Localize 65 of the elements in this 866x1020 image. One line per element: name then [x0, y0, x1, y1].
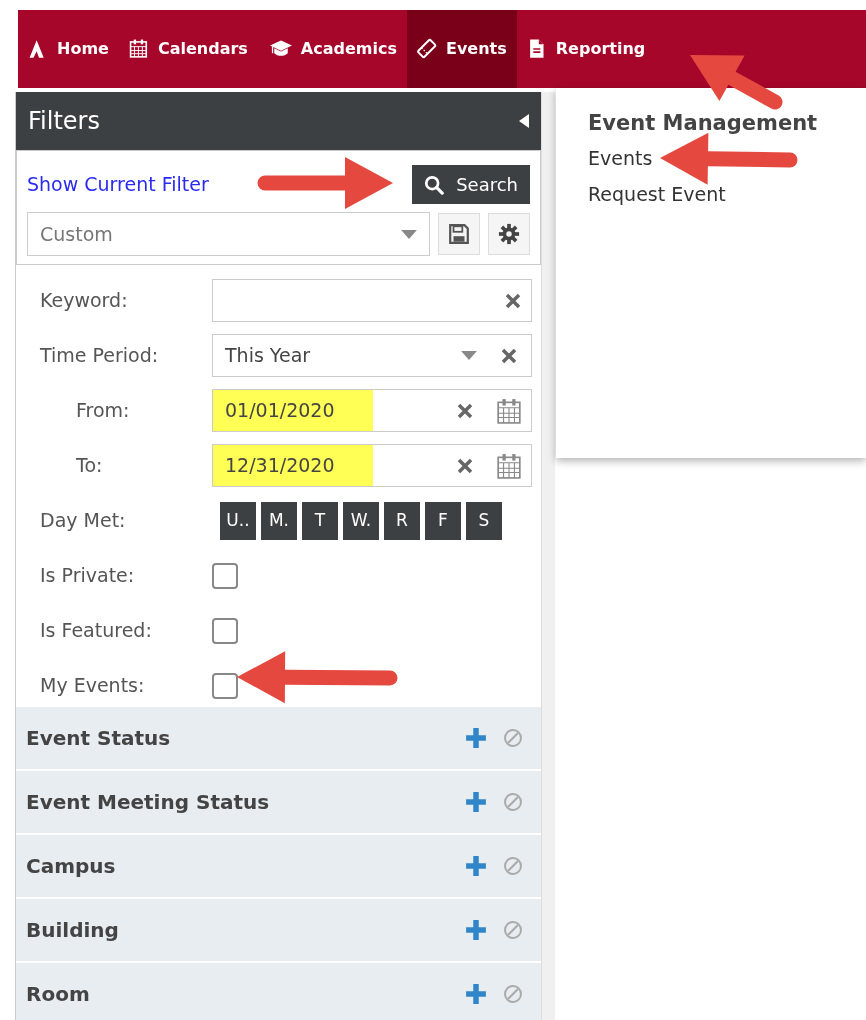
nav-tab[interactable]: Events [407, 10, 517, 88]
clear-icon [501, 347, 517, 364]
checkbox[interactable] [212, 617, 238, 644]
field-label: Keyword: [40, 288, 129, 314]
menu-heading: Event Management [588, 110, 819, 137]
calendar-icon [497, 452, 521, 479]
day-toggle[interactable]: R [384, 501, 420, 540]
field-label: Day Met: [40, 508, 127, 534]
section-title: Building [26, 917, 119, 944]
save-icon [448, 223, 470, 245]
add-icon [465, 855, 487, 877]
scrollbar[interactable] [541, 92, 555, 1020]
field-label: My Events: [40, 673, 146, 699]
block-icon [503, 792, 523, 812]
field-label: From: [75, 398, 131, 424]
collapse-icon [519, 114, 529, 128]
block-icon [503, 728, 523, 748]
add-icon [465, 983, 487, 1005]
show-filter-link[interactable]: Show Current Filter [27, 170, 209, 199]
date-field[interactable]: 01/01/2020 [212, 389, 532, 432]
field-label: Is Private: [40, 563, 136, 589]
menu-item[interactable]: Events [588, 139, 653, 176]
nav-tab[interactable]: Home [18, 10, 119, 88]
add-icon [465, 791, 487, 813]
search-icon [424, 174, 445, 195]
add-icon [465, 727, 487, 749]
menu-item[interactable]: Request Event [588, 175, 726, 212]
day-toggle[interactable]: W. [343, 501, 379, 540]
search-button[interactable]: Search [412, 165, 530, 204]
add-icon [465, 919, 487, 941]
section-title: Event Meeting Status [26, 789, 270, 816]
calendar-icon [497, 397, 521, 424]
date-field[interactable]: 12/31/2020 [212, 444, 532, 487]
checkbox[interactable] [212, 562, 238, 589]
save-button[interactable] [438, 213, 480, 255]
day-toggle[interactable]: M. [261, 501, 297, 540]
ticket-icon [417, 38, 439, 60]
clear-icon [457, 457, 473, 474]
field-label: To: [75, 453, 104, 479]
preset-dropdown[interactable]: Custom [27, 212, 430, 256]
clear-icon [457, 402, 473, 419]
settings-button[interactable] [488, 213, 530, 255]
day-toggle[interactable]: F [425, 501, 461, 540]
day-toggle[interactable]: U.. [220, 501, 256, 540]
field-label: Time Period: [40, 343, 160, 369]
settings-icon [498, 223, 520, 245]
day-toggle[interactable]: T [302, 501, 338, 540]
caret-icon [401, 229, 417, 239]
checkbox[interactable] [212, 672, 238, 699]
section-title: Event Status [26, 725, 171, 752]
section-title: Campus [26, 853, 116, 880]
field-label: Is Featured: [40, 618, 153, 644]
nav-tab[interactable]: Reporting [516, 10, 656, 88]
section-title: Room [26, 981, 90, 1008]
nav-tab[interactable]: Academics [257, 10, 407, 88]
caret-icon [461, 351, 477, 360]
block-icon [503, 984, 523, 1004]
block-icon [503, 920, 523, 940]
clear-icon [505, 292, 521, 309]
day-toggle[interactable]: S [466, 501, 502, 540]
panel-title: Filters [28, 106, 100, 137]
nav-tab[interactable]: Calendars [118, 10, 258, 88]
block-icon [503, 856, 523, 876]
keyword-field[interactable] [212, 279, 532, 322]
time-period-dropdown[interactable]: This Year [212, 334, 532, 377]
